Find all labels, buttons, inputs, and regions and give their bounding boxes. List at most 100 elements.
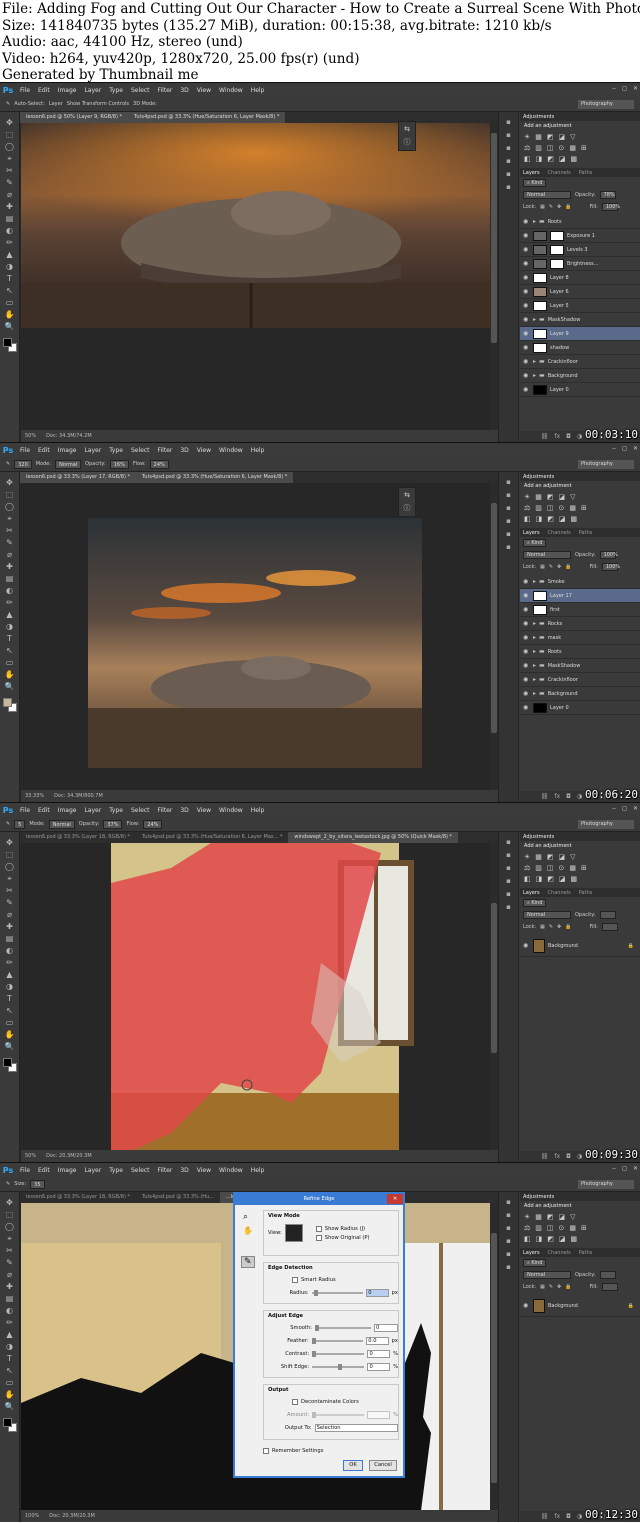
kind-filter-select[interactable]: ⌕ Kind [523, 899, 547, 907]
adjustment-icon[interactable]: ⊙ [559, 1224, 565, 1232]
layer-row[interactable]: ◉ Layer 9 [520, 327, 640, 341]
adjustment-icon[interactable]: ◧ [524, 875, 531, 883]
adjustment-icon[interactable]: ◨ [536, 1235, 543, 1243]
option-item[interactable]: 37% [103, 819, 123, 829]
tool-icon[interactable]: ✎ [5, 538, 15, 548]
visibility-eye-icon[interactable]: ◉ [523, 942, 530, 949]
layer-row[interactable]: ◉ ▸ ▬ Background [520, 369, 640, 383]
tool-icon[interactable]: ◐ [5, 946, 15, 956]
visibility-eye-icon[interactable]: ◉ [523, 676, 530, 683]
lock-icon[interactable]: ✎ [549, 1284, 553, 1290]
adjustment-icon[interactable]: ◪ [559, 875, 566, 883]
tool-icon[interactable]: ✎ [5, 898, 15, 908]
layer-row[interactable]: ◉ Brightness... [520, 257, 640, 271]
paragraph-icon[interactable]: ▪ [506, 530, 511, 538]
tool-icon[interactable]: ◑ [5, 622, 15, 632]
color-swatches[interactable] [2, 1058, 17, 1072]
option-item[interactable]: 16% [109, 459, 129, 469]
visibility-eye-icon[interactable]: ◉ [523, 634, 530, 641]
tool-icon[interactable]: ◯ [5, 862, 15, 872]
workspace-select[interactable]: Photography [578, 1180, 634, 1189]
color-swatches[interactable] [2, 698, 17, 712]
tool-icon[interactable]: ▤ [5, 214, 15, 224]
smooth-input[interactable]: 0 [374, 1323, 398, 1332]
tool-icon[interactable]: ▲ [5, 1330, 15, 1340]
lock-icon[interactable]: ✥ [557, 924, 561, 930]
layer-row[interactable]: ◉ first [520, 603, 640, 617]
menu-item[interactable]: Layer [80, 807, 105, 814]
tool-icon[interactable]: ✥ [5, 838, 15, 848]
scroll-thumb[interactable] [491, 1233, 497, 1483]
vertical-scrollbar[interactable] [490, 123, 498, 430]
mask-icon[interactable]: ◘ [566, 1513, 571, 1520]
color-swatches[interactable] [2, 1418, 17, 1432]
layer-row[interactable]: ◉ ▸ ▬ Background [520, 687, 640, 701]
lock-icon[interactable]: ▦ [540, 1284, 545, 1290]
view-thumbnail[interactable] [284, 1224, 303, 1242]
expand-arrow-icon[interactable]: ▸ [533, 316, 536, 323]
fx-icon[interactable]: fx [554, 433, 560, 440]
adjustments-tab[interactable]: Adjustments [523, 1194, 554, 1200]
blend-mode-select[interactable]: Normal [523, 551, 571, 559]
adjustment-icon[interactable]: ▦ [535, 853, 542, 861]
layer-row[interactable]: ◉ Levels 3 [520, 243, 640, 257]
tool-icon[interactable]: ◑ [5, 1342, 15, 1352]
opacity-input[interactable]: 78% [599, 191, 616, 199]
paragraph-icon[interactable]: ▪ [506, 1250, 511, 1258]
adjustment-icon[interactable]: ▦ [569, 144, 576, 152]
tool-icon[interactable]: ⌀ [5, 550, 15, 560]
menu-item[interactable]: Type [105, 1167, 127, 1174]
tool-icon[interactable]: ▤ [5, 934, 15, 944]
expand-arrow-icon[interactable]: ▸ [533, 648, 536, 655]
adjustment-icon[interactable]: ⚖ [524, 1224, 530, 1232]
info-icon[interactable]: ▪ [506, 1211, 511, 1219]
visibility-eye-icon[interactable]: ◉ [523, 288, 530, 295]
feather-slider[interactable] [311, 1337, 364, 1344]
adjustment-icon[interactable]: ▥ [535, 144, 542, 152]
maximize-icon[interactable]: ◻ [622, 805, 627, 812]
layer-row[interactable]: ◉ Layer 8 [520, 271, 640, 285]
menu-item[interactable]: Edit [34, 87, 54, 94]
layer-row[interactable]: ◉ Layer 0 [520, 701, 640, 715]
layer-row[interactable]: ◉ ▸ ▬ MaskShadow [520, 313, 640, 327]
layer-row[interactable]: ◉ ▸ ▬ Smoke [520, 575, 640, 589]
adjustment-layer-icon[interactable]: ◑ [577, 1513, 582, 1520]
swatches-icon[interactable]: ▪ [506, 157, 511, 165]
minimize-icon[interactable]: ‒ [612, 445, 616, 452]
adjustment-icon[interactable]: ◫ [547, 864, 554, 872]
option-item[interactable]: Mode: [36, 461, 51, 467]
menu-item[interactable]: 3D [176, 807, 192, 814]
zoom-icon[interactable]: ⌕ [243, 1212, 248, 1222]
remember-settings-checkbox[interactable] [263, 1447, 269, 1454]
tool-icon[interactable]: ✎ [5, 178, 15, 188]
opacity-input[interactable] [599, 1271, 616, 1279]
refine-radius-brush-icon[interactable]: ✎ [241, 1256, 255, 1268]
adjustment-icon[interactable]: ⚖ [524, 504, 530, 512]
menu-item[interactable]: Image [54, 807, 81, 814]
adjustment-icon[interactable]: ◧ [524, 155, 531, 163]
document-tab[interactable]: lesson6.psd @ 33.3% (Layer 17, RGB/8) * [20, 472, 136, 483]
swatches-icon[interactable]: ▪ [506, 517, 511, 525]
brush-icon[interactable]: ▪ [506, 1224, 511, 1232]
menu-item[interactable]: Type [105, 807, 127, 814]
tool-icon[interactable]: ⌖ [5, 154, 15, 164]
tool-icon[interactable]: ✋ [5, 1030, 15, 1040]
tool-icon[interactable]: ✏ [5, 1318, 15, 1328]
adjustment-icon[interactable]: ⊙ [559, 864, 565, 872]
document-tab[interactable]: lesson6.psd @ 33.3% (Layer 18, RGB/8) * [20, 832, 136, 843]
tool-icon[interactable]: ✎ [5, 1258, 15, 1268]
zoom-level[interactable]: 100% [25, 1513, 39, 1519]
panel-tab-channels[interactable]: Channels [548, 1250, 571, 1256]
document-tab[interactable]: lesson6.psd @ 33.3% (Layer 18, RGB/8) * [20, 1192, 136, 1203]
menu-item[interactable]: Edit [34, 447, 54, 454]
mask-icon[interactable]: ◘ [566, 433, 571, 440]
tool-preset-icon[interactable]: ✎ [6, 101, 10, 107]
tool-icon[interactable]: ▭ [5, 1018, 15, 1028]
close-icon[interactable]: ✕ [633, 445, 638, 452]
tool-icon[interactable]: ↖ [5, 1366, 15, 1376]
option-item[interactable]: 24% [149, 459, 169, 469]
close-icon[interactable]: ✕ [633, 1165, 638, 1172]
adjustment-icon[interactable]: ▦ [535, 1213, 542, 1221]
tool-icon[interactable]: ✚ [5, 202, 15, 212]
kind-filter-select[interactable]: ⌕ Kind [523, 179, 547, 187]
